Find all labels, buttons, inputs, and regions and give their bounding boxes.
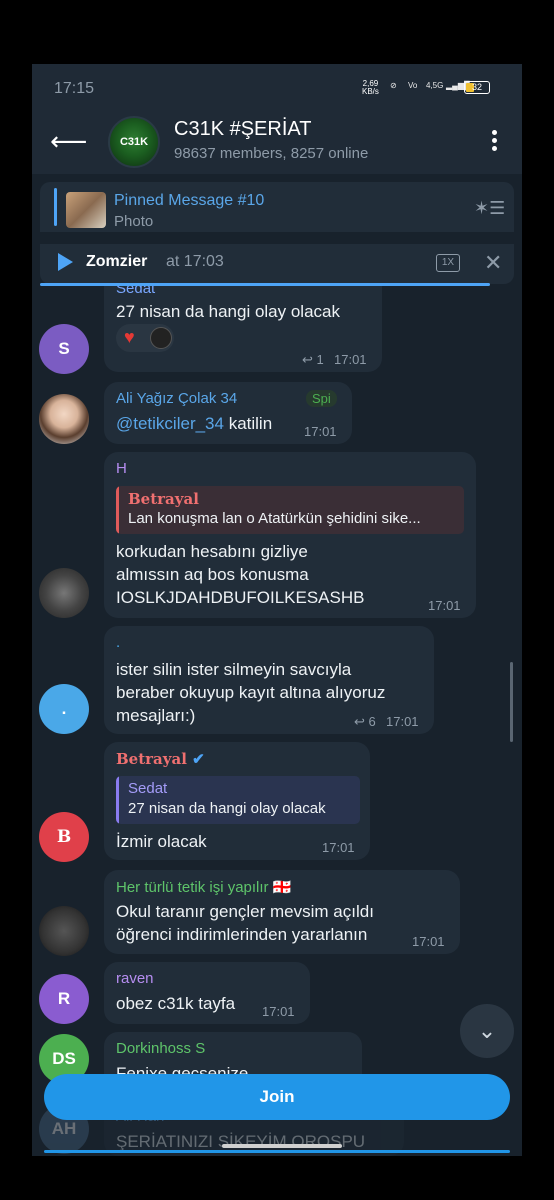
avatar[interactable]: S bbox=[39, 324, 89, 374]
message-time: 17:01 bbox=[334, 352, 367, 367]
pinned-title: Pinned Message #10 bbox=[114, 192, 265, 209]
avatar[interactable]: . bbox=[39, 684, 89, 734]
group-avatar[interactable]: C31K bbox=[108, 116, 160, 168]
message-text: İzmir olacak bbox=[116, 832, 207, 851]
message-line: IOSLKJDAHDBUFOILKESASHB bbox=[116, 588, 365, 607]
audio-player-bar[interactable]: Zomzier at 17:03 1X ✕ bbox=[40, 244, 514, 286]
message-text: 27 nisan da hangi olay olacak bbox=[116, 302, 340, 321]
battery-icon: 32 bbox=[464, 81, 490, 94]
sender-name: Betrayal ✔ bbox=[116, 750, 205, 768]
status-time: 17:15 bbox=[54, 80, 95, 97]
sender-name: . bbox=[116, 634, 121, 651]
avatar[interactable]: B bbox=[39, 812, 89, 862]
reaction-emoji-icon[interactable] bbox=[150, 327, 172, 349]
playback-speed-button[interactable]: 1X bbox=[436, 254, 460, 272]
scrollbar[interactable] bbox=[510, 662, 513, 742]
chat-header: ⟵ C31K C31K #ŞERİAT 98637 members, 8257 … bbox=[32, 112, 522, 174]
sender-name: Dorkinhoss S bbox=[116, 1040, 206, 1057]
pin-list-icon[interactable]: ✶☰ bbox=[474, 198, 505, 219]
avatar-photo[interactable] bbox=[39, 568, 89, 618]
network-speed: 2,69 KB/s bbox=[362, 79, 379, 96]
message-text: @tetikciler_34 katilin bbox=[116, 414, 273, 433]
message-time: 17:01 bbox=[262, 1004, 295, 1019]
message-time: 17:01 bbox=[412, 934, 445, 949]
quote-sender: Sedat bbox=[128, 780, 168, 797]
audio-time: at 17:03 bbox=[166, 253, 224, 270]
message-line: Okul taranır gençler mevsim açıldı bbox=[116, 902, 374, 921]
message-line: almıssın aq bos konusma bbox=[116, 565, 309, 584]
avatar-photo[interactable] bbox=[39, 906, 89, 956]
volte-icon: Vo bbox=[408, 81, 418, 90]
message-line: beraber okuyup kayıt altına alıyoruz bbox=[116, 683, 386, 702]
back-arrow-icon[interactable]: ⟵ bbox=[50, 126, 87, 157]
play-icon[interactable] bbox=[58, 253, 73, 271]
quote-sender: Betrayal bbox=[128, 490, 199, 508]
reply-quote[interactable]: Sedat 27 nisan da hangi olay olacak bbox=[116, 776, 360, 824]
reply-quote[interactable]: Betrayal Lan konuşma lan o Atatürkün şeh… bbox=[116, 486, 464, 534]
message-bubble[interactable]: Sedat 27 nisan da hangi olay olacak ♥ ↩ … bbox=[104, 272, 382, 372]
message-time: 17:01 bbox=[386, 714, 419, 729]
avatar[interactable]: R bbox=[39, 974, 89, 1024]
sender-name: H bbox=[116, 460, 127, 477]
red-heart-icon[interactable]: ♥ bbox=[124, 327, 135, 348]
telegram-chat-screen: 17:15 2,69 KB/s ⊘ Vo 4,5G ▂▄▆█ 32 ⟵ C31K… bbox=[32, 64, 522, 1156]
message-bubble[interactable]: . ister silin ister silmeyin savcıyla be… bbox=[104, 626, 434, 734]
pinned-message-bar[interactable]: Pinned Message #10 Photo ✶☰ bbox=[40, 182, 514, 232]
pinned-text: Photo bbox=[114, 213, 154, 230]
quote-text: 27 nisan da hangi olay olacak bbox=[128, 800, 326, 817]
message-time: 17:01 bbox=[304, 424, 337, 439]
message-text: obez c31k tayfa bbox=[116, 994, 236, 1013]
reactions[interactable]: ♥ bbox=[116, 324, 174, 352]
mute-icon: ⊘ bbox=[390, 81, 397, 90]
home-indicator bbox=[222, 1144, 342, 1148]
quote-text: Lan konuşma lan o Atatürkün şehidini sik… bbox=[128, 510, 421, 527]
message-line: korkudan hesabını gizliye bbox=[116, 542, 308, 561]
message-bubble[interactable]: Her türlü tetik işi yapılır 🇬🇪 Okul tara… bbox=[104, 870, 460, 954]
network-type: 4,5G bbox=[426, 81, 444, 90]
status-bar: 17:15 2,69 KB/s ⊘ Vo 4,5G ▂▄▆█ 32 bbox=[32, 64, 522, 112]
reply-count[interactable]: ↩ 1 bbox=[302, 352, 324, 368]
chevron-down-icon: ⌄ bbox=[477, 1018, 497, 1043]
reply-count[interactable]: ↩ 6 bbox=[354, 714, 376, 730]
audio-progress bbox=[40, 283, 491, 286]
close-icon[interactable]: ✕ bbox=[484, 250, 502, 276]
message-line: mesajları:) bbox=[116, 706, 196, 725]
message-bubble[interactable]: H Betrayal Lan konuşma lan o Atatürkün ş… bbox=[104, 452, 476, 618]
message-bubble[interactable]: raven obez c31k tayfa 17:01 bbox=[104, 962, 310, 1024]
pinned-photo-thumbnail bbox=[66, 192, 106, 228]
sender-name: raven bbox=[116, 970, 154, 987]
group-subtitle: 98637 members, 8257 online bbox=[174, 145, 369, 162]
bottom-accent-line bbox=[44, 1150, 510, 1153]
message-bubble[interactable]: Ali Yağız Çolak 34 Spi @tetikciler_34 ka… bbox=[104, 382, 352, 444]
sender-name: Ali Yağız Çolak 34 bbox=[116, 390, 238, 407]
join-button[interactable]: Join bbox=[44, 1074, 510, 1120]
message-line: ister silin ister silmeyin savcıyla bbox=[116, 660, 352, 679]
message-time: 17:01 bbox=[322, 840, 355, 855]
group-title[interactable]: C31K #ŞERİAT bbox=[174, 118, 311, 141]
verified-badge-icon: ✔ bbox=[192, 750, 205, 768]
avatar-photo[interactable] bbox=[39, 394, 89, 444]
member-badge: Spi bbox=[306, 390, 337, 407]
message-bubble[interactable]: Betrayal ✔ Sedat 27 nisan da hangi olay … bbox=[104, 742, 370, 860]
message-line: öğrenci indirimlerinden yararlanın bbox=[116, 925, 368, 944]
more-menu-icon[interactable] bbox=[484, 126, 504, 156]
mention-link[interactable]: @tetikciler_34 bbox=[116, 414, 224, 433]
sender-name: Her türlü tetik işi yapılır 🇬🇪 bbox=[116, 879, 292, 896]
scroll-down-button[interactable]: ⌄ bbox=[460, 1004, 514, 1058]
audio-sender: Zomzier bbox=[86, 253, 148, 270]
message-time: 17:01 bbox=[428, 598, 461, 613]
